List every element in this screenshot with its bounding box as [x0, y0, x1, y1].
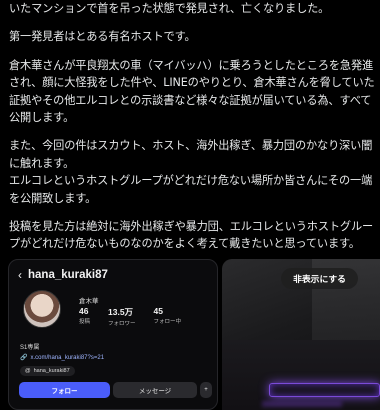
stat-number: 13.5万 [108, 307, 134, 317]
ig-bio: S1専属 [20, 345, 40, 351]
stat-number: 45 [153, 306, 163, 316]
post-line: 第一発見者はとある有名ホストです。 [9, 30, 196, 44]
stat-number: 46 [79, 306, 89, 316]
ig-threads-badge: @ hana_kuraki87 [20, 366, 75, 376]
neon-reflection [262, 401, 342, 407]
post-paragraph-1: いたマンションで首を吊った状態で発見され、亡くなりました。 [9, 0, 377, 17]
post-line: 公開します。 [9, 111, 75, 125]
post-paragraph-5: 投稿を見た方は絶対に海外出稼ぎや暴力団、エルコレというホストグルー プがどれだけ… [9, 218, 377, 253]
media-floor [222, 340, 380, 410]
post-line: 投稿を見た方は絶対に海外出稼ぎや暴力団、エルコレというホストグルー [9, 220, 374, 234]
post-line: に触れます。 [9, 156, 75, 170]
avatar [23, 290, 61, 328]
stat-label: 投稿 [79, 319, 91, 325]
post-line: また、今回の件はスカウト、ホスト、海外出稼ぎ、暴力団のかなり深い闇 [9, 139, 373, 153]
post-paragraph-2: 第一発見者はとある有名ホストです。 [9, 28, 377, 45]
ig-header: ‹ hana_kuraki87 [18, 268, 108, 282]
post-paragraph-4: また、今回の件はスカウト、ホスト、海外出稼ぎ、暴力団のかなり深い闇 に触れます。… [9, 137, 377, 207]
stat-label: フォロー中 [153, 319, 182, 325]
post-line: いたマンションで首を吊った状態で発見され、亡くなりました。 [9, 2, 330, 15]
post-paragraph-3: 倉木華さんが平良翔太の車（マイバッハ）に乗ろうとしたところを急発進 され、顔に大… [9, 57, 377, 127]
post-line: 証拠やその他エルコレとの示談書など様々な証拠が届いている為、すべて [9, 93, 372, 107]
message-button: メッセージ [113, 382, 197, 398]
post-line: 倉木華さんが平良翔太の車（マイバッハ）に乗ろうとしたところを急発進 [9, 58, 374, 72]
ig-stats: 46 投稿 13.5万 フォロワー 45 フォロー中 [79, 306, 181, 327]
chevron-left-icon: ‹ [18, 268, 22, 282]
ig-stat-following: 45 フォロー中 [154, 306, 182, 327]
post-line: エルコレというホストグループがどれだけ危ない場所か皆さんにその一端 [9, 174, 373, 188]
hide-media-button[interactable]: 非表示にする [281, 268, 358, 289]
link-icon: 🔗 [20, 355, 28, 361]
stat-label: フォロワー [108, 321, 136, 327]
ig-link: 🔗 x.com/hana_kuraki87?s=21 [20, 354, 105, 362]
post-text: いたマンションで首を吊った状態で発見され、亡くなりました。 第一発見者はとある有… [9, 0, 377, 264]
ig-display-name: 倉木華 [79, 298, 99, 305]
instagram-profile-screenshot[interactable]: ‹ hana_kuraki87 倉木華 46 投稿 13.5万 フォロワー 45… [8, 259, 218, 410]
post-line: され、顔に大怪我をした件や、LINEのやりとり、倉木華さんを脅していた [9, 76, 375, 90]
ig-link-text: x.com/hana_kuraki87?s=21 [30, 354, 105, 361]
follow-button: フォロー [19, 382, 110, 398]
post-line: プがどれだけ危ないものなのかをよく考えて戴きたいと思っています。 [9, 237, 360, 251]
add-person-icon: + [200, 382, 212, 398]
neon-light [269, 383, 380, 397]
ig-username: hana_kuraki87 [28, 269, 108, 281]
post-line: を公開致します。 [9, 191, 97, 205]
ig-threads-handle: hana_kuraki87 [33, 368, 70, 374]
ig-stat-followers: 13.5万 フォロワー [108, 306, 136, 327]
ig-stat-posts: 46 投稿 [79, 306, 90, 327]
threads-icon: @ [25, 368, 31, 374]
